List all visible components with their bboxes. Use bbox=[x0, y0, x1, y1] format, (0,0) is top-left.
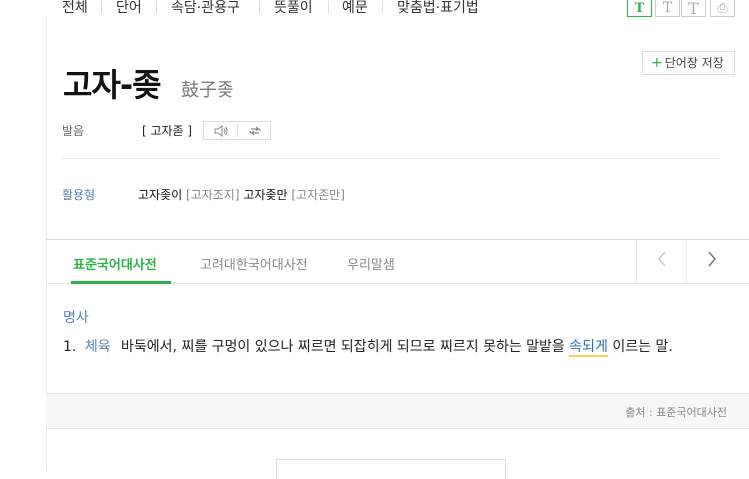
source-footer: 출처 : 표준국어대사전 bbox=[46, 393, 749, 429]
conjugation-label: 활용형 bbox=[62, 188, 96, 202]
nav-divider bbox=[382, 1, 383, 13]
nav-example[interactable]: 예문 bbox=[342, 0, 368, 17]
nav-spelling[interactable]: 맞춤법·표기법 bbox=[397, 0, 479, 17]
font-medium-button[interactable]: T bbox=[655, 0, 680, 17]
conj-pron: [고자조지] bbox=[186, 188, 240, 202]
chevron-left-icon[interactable] bbox=[636, 239, 687, 284]
tab-urimalsaem[interactable]: 우리말샘 bbox=[347, 254, 395, 273]
source-label: 출처 : 표준국어대사전 bbox=[625, 406, 727, 419]
speaker-icon[interactable] bbox=[204, 123, 237, 139]
definition-line: 1. 체육 바둑에서, 찌를 구멍이 있으나 찌르면 되잡히게 되므로 찌르지 … bbox=[63, 336, 673, 357]
conjugation-forms: 고자좆이 [고자조지] 고자좆만 [고자존만] bbox=[138, 186, 345, 203]
font-small-button[interactable]: T bbox=[627, 0, 652, 17]
font-large-button[interactable]: T bbox=[681, 0, 706, 17]
divider bbox=[62, 158, 720, 159]
save-label: 단어장 저장 bbox=[664, 56, 724, 70]
conj-pron: [고자존만] bbox=[291, 188, 345, 202]
nav-divider bbox=[101, 1, 102, 13]
definition-text-end: 이르는 말. bbox=[612, 339, 673, 355]
headword: 고자-좆 bbox=[63, 66, 162, 104]
tab-korea-univ-dictionary[interactable]: 고려대한국어대사전 bbox=[200, 254, 308, 273]
active-tab-indicator bbox=[71, 281, 171, 284]
definition-text: 바둑에서, 찌를 구멍이 있으나 찌르면 되잡히게 되므로 찌르지 못하는 말밭… bbox=[121, 339, 565, 355]
part-of-speech: 명사 bbox=[63, 310, 89, 326]
chevron-right-icon[interactable] bbox=[686, 239, 737, 284]
dictionary-tabs: 표준국어대사전 고려대한국어대사전 우리말샘 bbox=[46, 239, 749, 284]
nav-word[interactable]: 단어 bbox=[116, 0, 142, 17]
headword-hanja: 鼓子좆 bbox=[181, 80, 234, 101]
plus-icon: + bbox=[651, 55, 663, 71]
nav-all[interactable]: 전체 bbox=[62, 0, 88, 17]
pronunciation-controls bbox=[203, 121, 271, 140]
definition-category: 체육 bbox=[84, 339, 111, 355]
pronunciation-label: 발음 bbox=[62, 124, 85, 138]
tab-standard-dictionary[interactable]: 표준국어대사전 bbox=[73, 254, 157, 273]
nav-meaning[interactable]: 뜻풀이 bbox=[274, 0, 313, 17]
definition-number: 1. bbox=[63, 339, 77, 355]
repeat-icon[interactable] bbox=[238, 123, 271, 139]
top-nav: 전체 단어 속담·관용구 뜻풀이 예문 맞춤법·표기법 T T T ⎙ bbox=[0, 0, 749, 18]
bottom-box bbox=[276, 459, 506, 479]
nav-divider bbox=[328, 1, 329, 13]
nav-divider bbox=[156, 1, 157, 13]
nav-proverb[interactable]: 속담·관용구 bbox=[171, 0, 240, 17]
pronunciation-value: [ 고자졷 ] bbox=[142, 124, 193, 138]
nav-divider bbox=[259, 1, 260, 13]
save-to-wordbook-button[interactable]: + 단어장 저장 bbox=[642, 51, 735, 75]
conj-form: 고자좆이 bbox=[138, 188, 183, 202]
definition-link[interactable]: 속되게 bbox=[569, 339, 608, 357]
print-icon[interactable]: ⎙ bbox=[710, 0, 735, 17]
conj-form: 고자좆만 bbox=[243, 188, 288, 202]
